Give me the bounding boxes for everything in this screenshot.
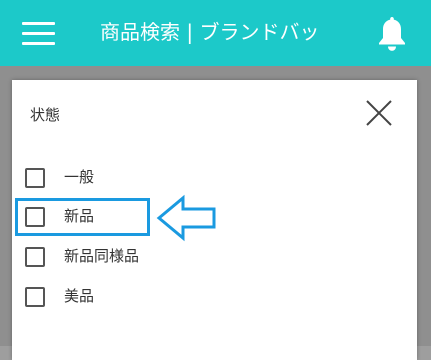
dialog-title: 状態 [30, 106, 61, 124]
checkbox[interactable] [25, 168, 45, 188]
option-bihin[interactable]: 美品 [12, 281, 417, 313]
option-label: 一般 [64, 168, 95, 186]
bell-icon[interactable] [375, 14, 409, 52]
hamburger-menu-icon[interactable] [22, 22, 55, 46]
highlight-box [15, 198, 150, 236]
app-header: 商品検索 | ブランドバッ [0, 0, 431, 66]
option-label: 美品 [64, 287, 95, 305]
close-icon[interactable] [364, 98, 394, 128]
page-title: 商品検索 | ブランドバッ [100, 20, 320, 44]
checkbox[interactable] [25, 247, 45, 267]
option-ippan[interactable]: 一般 [12, 162, 417, 194]
left-arrow-icon [156, 194, 216, 242]
checkbox[interactable] [25, 287, 45, 307]
option-label: 新品同様品 [64, 247, 140, 265]
option-shinpin-douyou[interactable]: 新品同様品 [12, 241, 417, 273]
